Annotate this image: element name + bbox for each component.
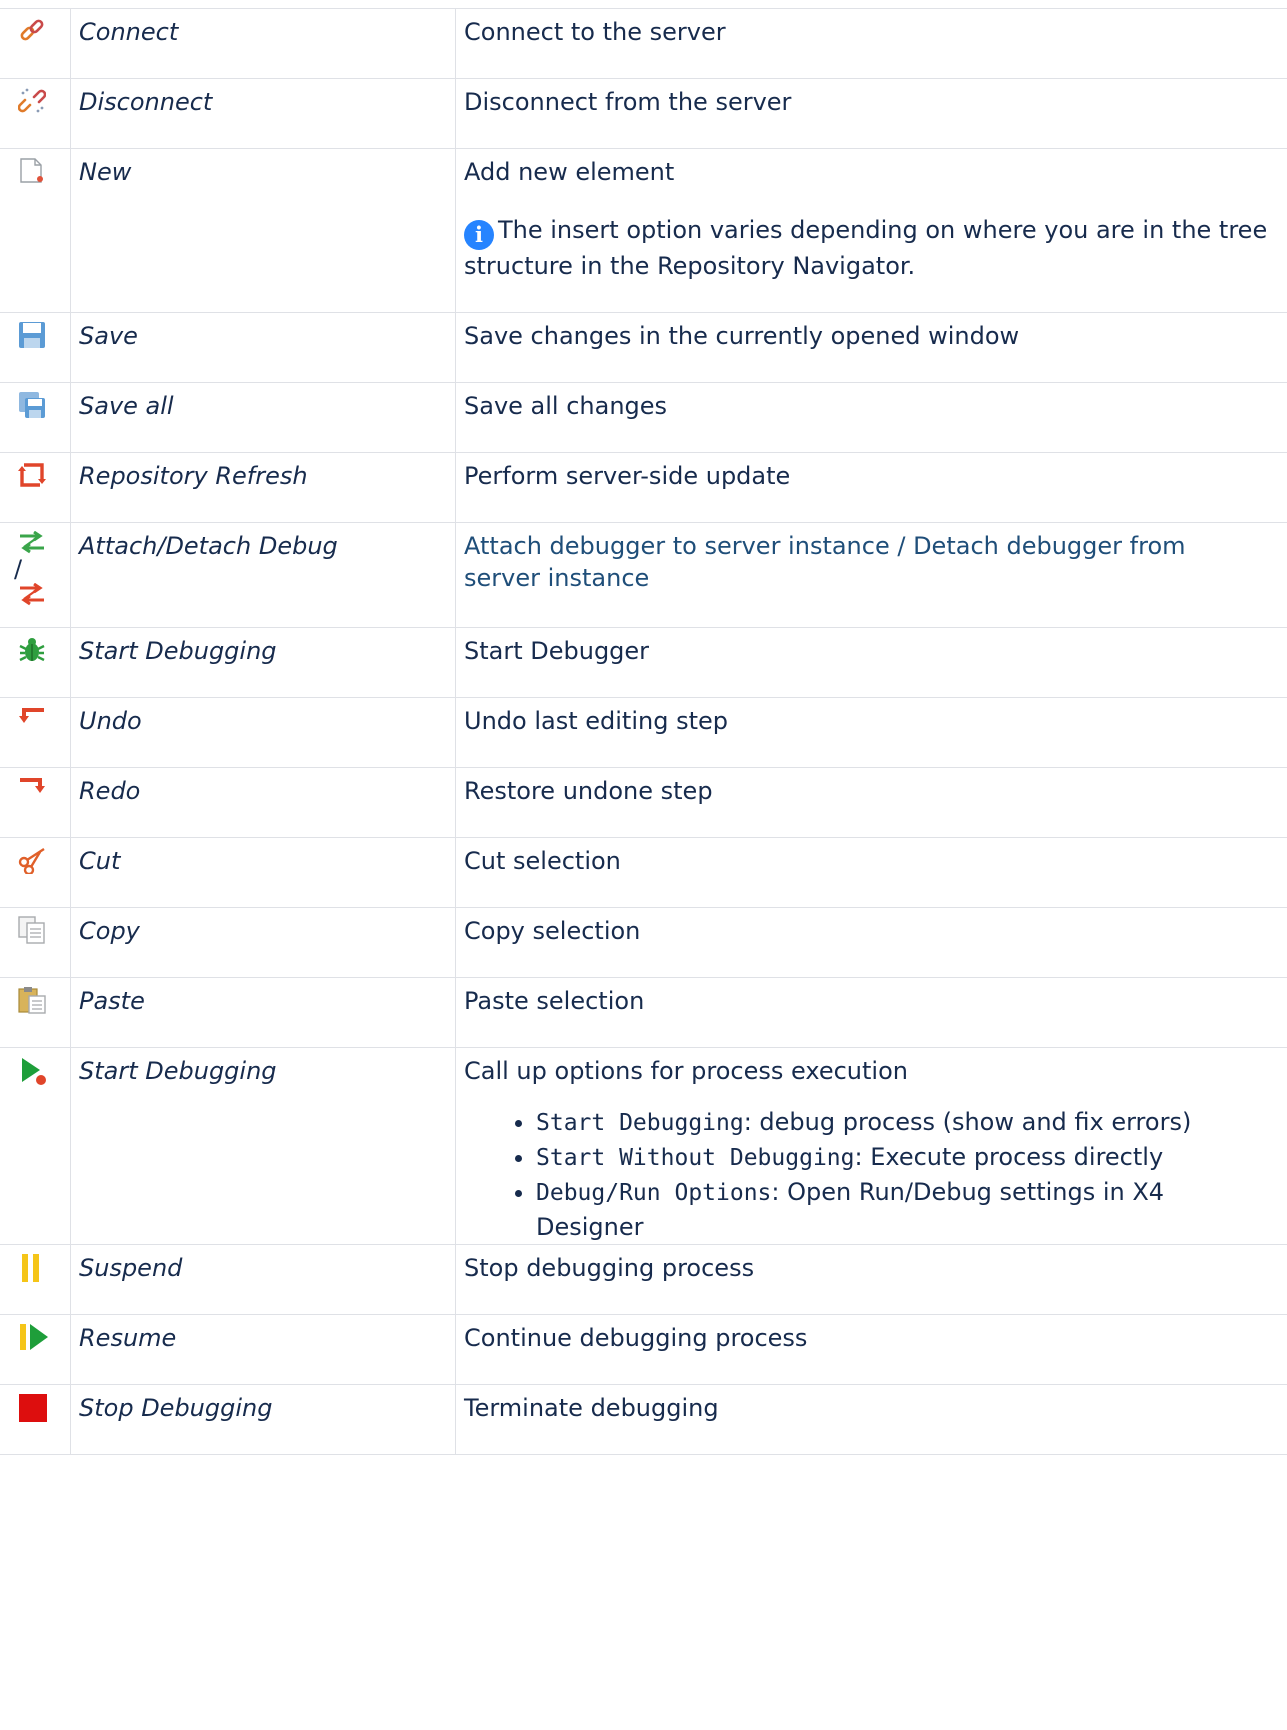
command-description: Undo last editing step [456, 698, 1287, 768]
stop-icon [18, 1393, 48, 1423]
info-note: iThe insert option varies depending on w… [464, 214, 1269, 282]
option-text: : Execute process directly [855, 1143, 1164, 1171]
command-name: Cut [71, 838, 456, 908]
command-name: Disconnect [71, 79, 456, 149]
info-note-text: The insert option varies depending on wh… [464, 216, 1267, 280]
command-description: Restore undone step [456, 768, 1287, 838]
command-name: Stop Debugging [71, 1385, 456, 1455]
info-icon: i [464, 220, 494, 250]
table-row: Cut Cut selection [0, 838, 1287, 908]
option-code: Start Without Debugging [536, 1145, 855, 1171]
command-description: Save all changes [456, 383, 1287, 453]
redo-icon [18, 776, 46, 800]
table-row: Resume Continue debugging process [0, 1315, 1287, 1385]
command-description: Copy selection [456, 908, 1287, 978]
table-row: Repository Refresh Perform server-side u… [0, 453, 1287, 523]
icon-separator: / [14, 555, 66, 583]
command-description: Perform server-side update [456, 453, 1287, 523]
table-row: Copy Copy selection [0, 908, 1287, 978]
connect-icon [18, 17, 46, 45]
command-description: Save changes in the currently opened win… [456, 313, 1287, 383]
command-name: Redo [71, 768, 456, 838]
resume-icon [18, 1323, 50, 1351]
command-description: Cut selection [456, 838, 1287, 908]
new-document-icon [18, 157, 46, 185]
command-name: Undo [71, 698, 456, 768]
table-row: / Attach/Detach Debug Attach debugger to… [0, 523, 1287, 628]
command-name: New [71, 149, 456, 313]
command-description: Stop debugging process [456, 1245, 1287, 1315]
list-item: Debug/Run Options: Open Run/Debug settin… [536, 1175, 1269, 1244]
option-text: : debug process (show and fix errors) [744, 1108, 1192, 1136]
refresh-icon [18, 461, 46, 489]
command-name: Repository Refresh [71, 453, 456, 523]
command-name: Copy [71, 908, 456, 978]
undo-icon [18, 706, 46, 730]
table-row: Paste Paste selection [0, 978, 1287, 1048]
attach-debug-icon [18, 531, 46, 555]
table-row: Stop Debugging Terminate debugging [0, 1385, 1287, 1455]
command-name: Start Debugging [71, 1048, 456, 1245]
command-name: Start Debugging [71, 628, 456, 698]
command-name: Attach/Detach Debug [71, 523, 456, 628]
option-code: Start Debugging [536, 1110, 744, 1136]
command-description: Paste selection [456, 978, 1287, 1048]
table-row: Start Debugging Call up options for proc… [0, 1048, 1287, 1245]
table-row: Redo Restore undone step [0, 768, 1287, 838]
command-description: Connect to the server [456, 9, 1287, 79]
list-item: Start Debugging: debug process (show and… [536, 1105, 1269, 1140]
toolbar-commands-table: Connect Connect to the server Disconnect… [0, 8, 1287, 1455]
bug-icon [18, 636, 46, 664]
disconnect-icon [18, 87, 46, 115]
command-description: Start Debugger [456, 628, 1287, 698]
command-description: Attach debugger to server instance / Det… [456, 523, 1287, 628]
table-row: Start Debugging Start Debugger [0, 628, 1287, 698]
detach-debug-icon [18, 583, 46, 607]
options-list: Start Debugging: debug process (show and… [464, 1105, 1269, 1244]
command-name: Save [71, 313, 456, 383]
save-all-icon [18, 391, 46, 419]
command-name: Save all [71, 383, 456, 453]
command-description: Add new element [464, 156, 1269, 188]
command-name: Suspend [71, 1245, 456, 1315]
run-icon [18, 1056, 48, 1086]
paste-icon [18, 986, 46, 1014]
table-row: Disconnect Disconnect from the server [0, 79, 1287, 149]
save-icon [18, 321, 46, 349]
command-description: Call up options for process execution [464, 1055, 1269, 1087]
table-row: Connect Connect to the server [0, 9, 1287, 79]
option-code: Debug/Run Options [536, 1180, 771, 1206]
command-description: Disconnect from the server [456, 79, 1287, 149]
command-name: Resume [71, 1315, 456, 1385]
command-description: Terminate debugging [456, 1385, 1287, 1455]
table-row: Undo Undo last editing step [0, 698, 1287, 768]
table-row: Save Save changes in the currently opene… [0, 313, 1287, 383]
command-name: Connect [71, 9, 456, 79]
list-item: Start Without Debugging: Execute process… [536, 1140, 1269, 1175]
command-name: Paste [71, 978, 456, 1048]
table-row: Suspend Stop debugging process [0, 1245, 1287, 1315]
copy-icon [18, 916, 46, 944]
table-row: New Add new element iThe insert option v… [0, 149, 1287, 313]
cut-icon [18, 846, 46, 874]
command-description: Continue debugging process [456, 1315, 1287, 1385]
table-row: Save all Save all changes [0, 383, 1287, 453]
suspend-icon [18, 1253, 46, 1283]
